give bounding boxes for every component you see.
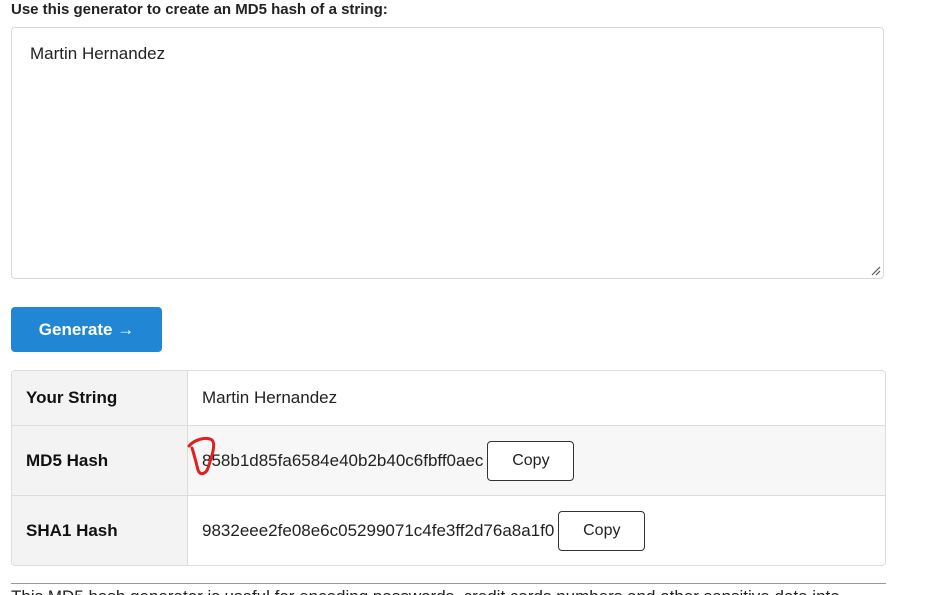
row-label-md5-hash: MD5 Hash [12,426,188,495]
section-divider [11,583,886,584]
description-text: This MD5 hash generator is useful for en… [11,587,886,595]
table-row-sha1-hash: SHA1 Hash 9832eee2fe08e6c05299071c4fe3ff… [12,496,885,565]
sha1-hash-value-cell: 9832eee2fe08e6c05299071c4fe3ff2d76a8a1f0… [202,496,646,565]
md5-hash-value: 858b1d85fa6584e40b2b40c6fbff0aec [202,450,484,470]
copy-md5-button[interactable]: Copy [487,440,575,481]
your-string-value: Martin Hernandez [202,388,338,407]
md5-generator-page: Use this generator to create an MD5 hash… [0,0,925,595]
copy-sha1-button[interactable]: Copy [558,511,646,551]
string-input-textarea[interactable]: Martin Hernandez [11,27,884,279]
sha1-hash-value: 9832eee2fe08e6c05299071c4fe3ff2d76a8a1f0 [202,521,555,540]
your-string-value-cell: Martin Hernandez [202,371,337,425]
md5-hash-value-cell: 858b1d85fa6584e40b2b40c6fbff0aec Copy [202,426,575,495]
string-input-value: Martin Hernandez [30,44,166,63]
generate-button[interactable]: Generate → [11,307,162,352]
row-label-your-string: Your String [12,371,188,425]
results-table: Your String Martin Hernandez MD5 Hash 85… [11,370,886,566]
table-row-md5-hash: MD5 Hash 858b1d85fa6584e40b2b40c6fbff0ae… [12,426,885,496]
resize-handle-icon[interactable] [870,265,881,276]
table-row-your-string: Your String Martin Hernandez [12,371,885,426]
intro-text: Use this generator to create an MD5 hash… [11,1,388,18]
row-label-sha1-hash: SHA1 Hash [12,496,188,565]
